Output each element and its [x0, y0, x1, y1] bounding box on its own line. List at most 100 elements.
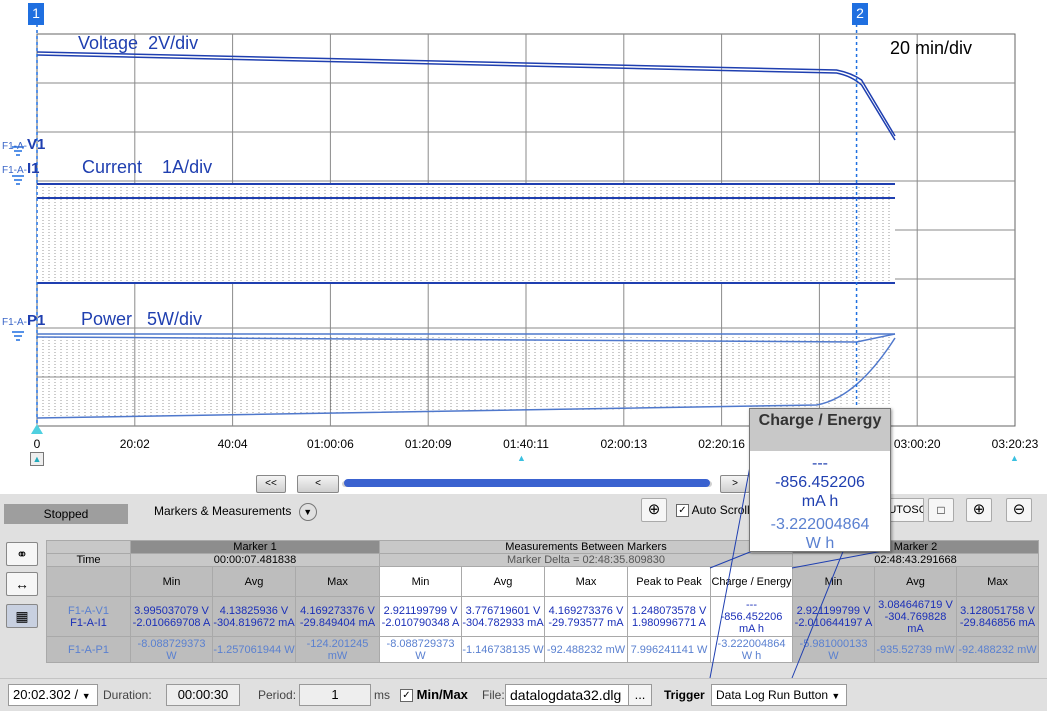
table-cell: 7.996241141 W	[627, 636, 711, 663]
window-select[interactable]: 20:02.302 / ▼	[8, 684, 98, 706]
table-cell: 3.084646719 V -304.769828 mA	[874, 596, 957, 637]
period-field[interactable]: 1	[299, 684, 371, 706]
x-tick-label: 40:04	[217, 437, 248, 451]
current-label: Current 1A/div	[82, 157, 213, 177]
marker-span-icon[interactable]: ↔	[6, 572, 38, 596]
trigger-select[interactable]: Data Log Run Button ▼	[711, 684, 847, 706]
marker-2-label: 2	[856, 5, 864, 21]
column-header: Avg	[212, 566, 296, 597]
duration-field[interactable]: 00:00:30	[166, 684, 240, 706]
marker-1-label: 1	[32, 5, 40, 21]
minmax-checkbox[interactable]: ✓ Min/Max	[400, 685, 468, 705]
timebase-label: 20 min/div	[890, 38, 973, 58]
popup-energy: -3.222004864 W h	[770, 516, 870, 552]
markers-measurements-label: Markers & Measurements	[154, 504, 292, 518]
table-cell: -5.981000133 W	[792, 636, 875, 663]
table-cell: 3.128051758 V -29.846856 mA	[956, 596, 1039, 637]
table-cell: 2.921199799 V -2.010644197 A	[792, 596, 875, 637]
x-tick-label: 0	[33, 437, 41, 451]
table-cell: 3.776719601 V -304.782933 mA	[461, 596, 545, 637]
marker-1-time: 00:00:07.481838	[130, 553, 380, 567]
marker-delta: Marker Delta = 02:48:35.809830	[379, 553, 793, 567]
column-header: Max	[956, 566, 1039, 597]
table-layout-icon[interactable]: ▦	[6, 604, 38, 628]
dropdown-arrow-icon: ▼	[81, 691, 91, 701]
channel-tag-p1[interactable]: F1-A-P1	[2, 312, 45, 329]
auto-scroll-checkbox[interactable]: ✓ Auto Scroll	[676, 502, 750, 518]
table-cell: -92.488232 mW	[956, 636, 1039, 663]
x-tick-label: 03:20:23	[991, 437, 1039, 451]
period-unit: ms	[374, 688, 390, 702]
column-header: Peak to Peak	[627, 566, 711, 597]
x-tick-label: 01:40:11	[503, 437, 549, 451]
scroll-prev-button[interactable]: <	[297, 475, 339, 493]
table-cell: -92.488232 mW	[544, 636, 628, 663]
checkbox-icon: ✓	[676, 504, 689, 518]
scroll-thumb[interactable]	[344, 479, 710, 487]
column-header: Avg	[461, 566, 545, 597]
crosshair-plus-icon[interactable]: ⊕	[641, 498, 667, 522]
time-label: Time	[46, 553, 131, 567]
table-cell: -8.088729373 W	[379, 636, 462, 663]
period-label: Period:	[258, 688, 297, 702]
popup-dash: ---	[812, 455, 828, 472]
probe-icon[interactable]: ⚭	[6, 542, 38, 566]
x-tick-label: 01:20:09	[404, 437, 452, 451]
checkbox-icon: ✓	[400, 689, 413, 703]
chevron-down-icon: ▼	[298, 502, 317, 521]
markers-measurements-toggle[interactable]: Markers & Measurements ▼	[154, 502, 317, 521]
popup-charge: -856.452206 mA h	[775, 474, 865, 510]
zoom-box-icon[interactable]: □	[928, 498, 954, 522]
column-header: Max	[544, 566, 628, 597]
channel-tag-i1[interactable]: F1-A-I1	[2, 160, 40, 177]
scroll-first-button[interactable]: <<	[256, 475, 286, 493]
file-field[interactable]: datalogdata32.dlg	[505, 684, 631, 706]
duration-label: Duration:	[103, 688, 152, 702]
column-header: Charge / Energy	[710, 566, 793, 597]
table-cell: 4.169273376 V -29.849404 mA	[295, 596, 380, 637]
table-cell: F1-A-P1	[46, 636, 131, 663]
scope-display: Voltage 2V/div Current 1A/div Power 5W/d…	[0, 0, 1047, 470]
dropdown-arrow-icon: ▼	[831, 691, 841, 701]
x-tick-label: 01:00:06	[307, 437, 354, 451]
zoom-in-icon[interactable]: ⊕	[966, 498, 992, 522]
table-cell: -935.52739 mW	[874, 636, 957, 663]
scope-plot	[12, 24, 1016, 434]
measurement-table: Marker 1 Measurements Between Markers Ma…	[46, 540, 1039, 663]
file-browse-button[interactable]: ...	[628, 684, 652, 706]
table-cell: 4.13825936 V -304.819672 mA	[212, 596, 296, 637]
measurement-table-area: Marker 1 Measurements Between Markers Ma…	[44, 534, 1047, 678]
marker-2-handle[interactable]: 2	[852, 3, 868, 25]
channel-tag-v1[interactable]: F1-A-V1	[2, 136, 45, 153]
x-tick-label: 03:00:20	[893, 437, 941, 451]
column-header: Min	[130, 566, 213, 597]
current-band	[37, 185, 895, 283]
between-header: Measurements Between Markers	[379, 540, 793, 554]
trigger-position-icon[interactable]: ▲	[30, 452, 44, 466]
status-indicator: Stopped	[4, 504, 128, 524]
marker-1-handle[interactable]: 1	[28, 3, 44, 25]
x-tick-label: 02:20:16	[698, 437, 745, 451]
table-cell: -124.201245 mW	[295, 636, 380, 663]
status-bar: 20:02.302 / ▼ Duration: 00:00:30 Period:…	[0, 678, 1047, 711]
zoom-out-icon[interactable]: ⊖	[1006, 498, 1032, 522]
marker-1-header: Marker 1	[130, 540, 380, 554]
table-cell: -3.222004864 W h	[710, 636, 793, 663]
table-cell: 1.248073578 V 1.980996771 A	[627, 596, 711, 637]
x-tick-label: 20:02	[119, 437, 150, 451]
scroll-next-button[interactable]: >	[720, 475, 750, 493]
table-cell: 4.169273376 V -29.793577 mA	[544, 596, 628, 637]
column-header: Avg	[874, 566, 957, 597]
table-cell: --- -856.452206 mA h	[710, 596, 793, 637]
tick-indicator-icon: ▲	[1010, 453, 1019, 463]
measurement-tools: ⚭ ↔ ▦	[0, 534, 44, 678]
file-label: File:	[482, 688, 505, 702]
power-label: Power 5W/div	[81, 309, 203, 329]
voltage-label: Voltage 2V/div	[78, 33, 199, 53]
column-header: Max	[295, 566, 380, 597]
table-cell: -1.146738135 W	[461, 636, 545, 663]
popup-title: Charge / Energy	[750, 409, 890, 451]
column-header: Min	[792, 566, 875, 597]
marker-2-time: 02:48:43.291668	[792, 553, 1039, 567]
channel-ground-icon	[12, 331, 24, 341]
